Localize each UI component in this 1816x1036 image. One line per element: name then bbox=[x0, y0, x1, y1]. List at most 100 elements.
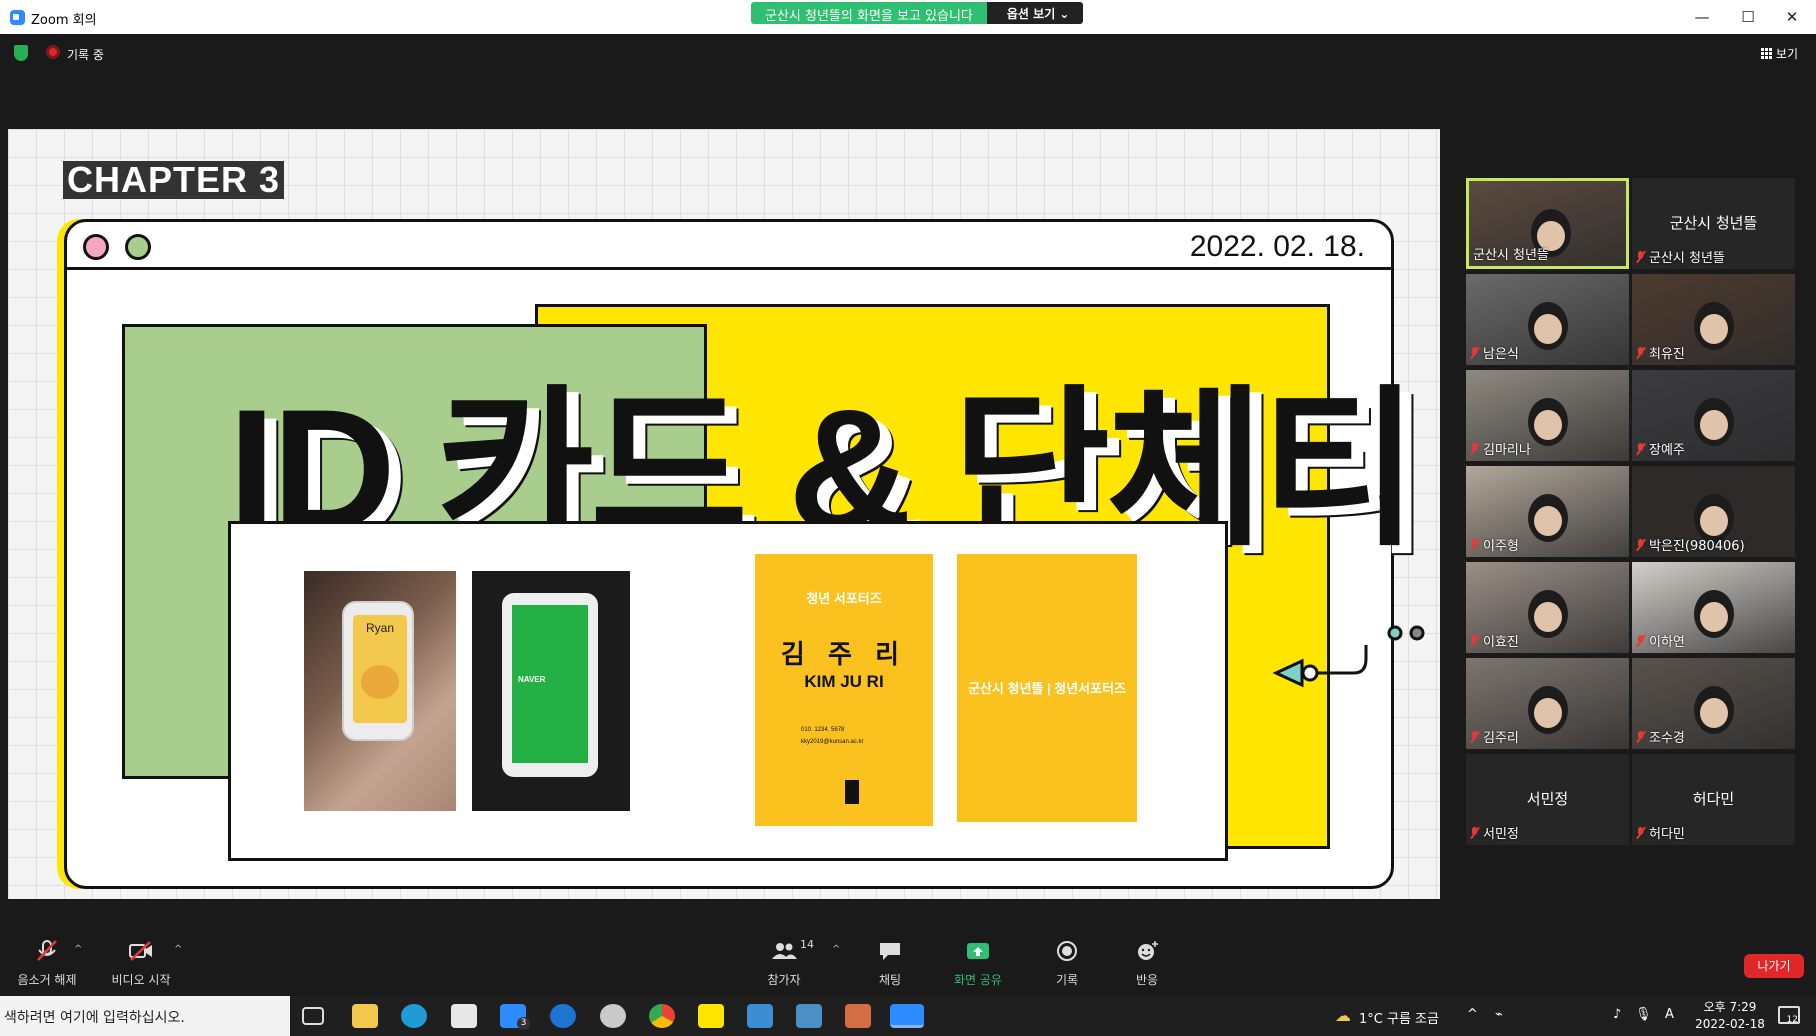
share-banner: 군산시 청년뜰의 화면을 보고 있습니다 옵션 보기 ⌄ bbox=[751, 2, 1084, 24]
store-icon[interactable] bbox=[451, 1004, 477, 1028]
participant-tile[interactable]: 김마리나 bbox=[1466, 370, 1629, 461]
namecard-name-kr: 김 주 리 bbox=[780, 639, 908, 669]
kakaotalk-icon[interactable] bbox=[698, 1004, 724, 1028]
paint-icon[interactable] bbox=[600, 1004, 626, 1028]
share-screen-icon bbox=[967, 943, 989, 959]
mic-off-icon bbox=[1470, 731, 1479, 743]
view-button[interactable]: 보기 bbox=[1760, 45, 1798, 62]
unmute-button[interactable]: 음소거 해제 bbox=[14, 940, 80, 988]
microphone-icon[interactable]: 🎙 bbox=[1635, 1007, 1652, 1022]
ime-indicator[interactable]: A bbox=[1665, 1007, 1674, 1022]
participant-name-label: 조수경 bbox=[1649, 731, 1685, 746]
participant-tile[interactable]: 남은식 bbox=[1466, 274, 1629, 365]
mic-off-icon bbox=[1470, 635, 1479, 647]
tray-expand-icon[interactable]: ^ bbox=[1467, 1007, 1478, 1022]
windows-taskbar: 색하려면 여기에 입력하십시오. 3 ☁ 1°C 구름 조금 ^ ⌁ ♪ 🎙 A… bbox=[0, 996, 1816, 1036]
participant-tile[interactable]: 박은진(980406) bbox=[1632, 466, 1795, 557]
participants-options-caret[interactable]: ^ bbox=[832, 944, 840, 955]
participant-tile[interactable]: 최유진 bbox=[1632, 274, 1795, 365]
participant-name-label: 군산시 청년뜰 bbox=[1649, 251, 1725, 266]
mic-off-icon bbox=[1470, 539, 1479, 551]
participant-name: 최유진 bbox=[1636, 343, 1685, 362]
participant-face bbox=[1700, 602, 1728, 632]
mic-off-icon bbox=[1636, 827, 1645, 839]
start-video-label: 비디오 시작 bbox=[111, 973, 171, 987]
participant-name-label: 남은식 bbox=[1483, 347, 1519, 362]
mic-off-icon bbox=[1470, 827, 1479, 839]
chat-label: 채팅 bbox=[878, 973, 902, 987]
participant-tile[interactable]: 서민정 서민정 bbox=[1466, 754, 1629, 845]
participant-face bbox=[1534, 602, 1562, 632]
mic-off-icon bbox=[1636, 347, 1645, 359]
unmute-label: 음소거 해제 bbox=[17, 973, 77, 987]
participant-face bbox=[1534, 314, 1562, 344]
file-explorer-icon[interactable] bbox=[352, 1004, 378, 1028]
mic-off-icon bbox=[1470, 443, 1479, 455]
audio-options-caret[interactable]: ^ bbox=[74, 944, 82, 955]
shared-screen: CHAPTER 3 2022. 02. 18. ID 카드 & 단체티 Ryan… bbox=[8, 129, 1440, 899]
reactions-icon bbox=[1138, 941, 1158, 960]
chat-button[interactable]: 채팅 bbox=[870, 940, 910, 988]
notification-center-icon[interactable]: 12 bbox=[1778, 1006, 1800, 1025]
participant-tile[interactable]: 이하연 bbox=[1632, 562, 1795, 653]
participant-name: 조수경 bbox=[1636, 727, 1685, 746]
participant-center-name: 서민정 bbox=[1526, 790, 1569, 808]
video-options-caret[interactable]: ^ bbox=[174, 944, 182, 955]
share-screen-button[interactable]: 화면 공유 bbox=[950, 940, 1006, 988]
namecard-front: 청년 서포터즈 김 주 리 KIM JU RI 010. 1234. 5678 … bbox=[755, 554, 933, 826]
participant-face bbox=[1534, 698, 1562, 728]
taskbar-clock[interactable]: 오후 7:29 2022-02-18 bbox=[1690, 999, 1770, 1033]
reactions-button[interactable]: 반응 bbox=[1132, 940, 1162, 988]
photos-icon[interactable] bbox=[796, 1004, 822, 1028]
task-view-icon[interactable] bbox=[302, 1007, 324, 1025]
chat-icon bbox=[880, 943, 900, 960]
edge-icon[interactable] bbox=[401, 1004, 427, 1028]
participant-tile[interactable]: 군산시 청년뜰 bbox=[1466, 178, 1629, 269]
maximize-button[interactable]: ☐ bbox=[1726, 5, 1770, 29]
view-options-button[interactable]: 옵션 보기 ⌄ bbox=[986, 2, 1084, 24]
shield-icon[interactable] bbox=[14, 45, 28, 61]
participant-name: 서민정 bbox=[1470, 823, 1519, 842]
participant-tile[interactable]: 김주리 bbox=[1466, 658, 1629, 749]
green-dot bbox=[125, 234, 151, 260]
participant-tile[interactable]: 이주형 bbox=[1466, 466, 1629, 557]
participant-name: 김주리 bbox=[1470, 727, 1519, 746]
participant-tile[interactable]: 장예주 bbox=[1632, 370, 1795, 461]
weather-label[interactable]: 1°C 구름 조금 bbox=[1359, 1008, 1439, 1027]
minimize-button[interactable]: — bbox=[1680, 5, 1724, 29]
recording-icon bbox=[46, 45, 60, 59]
participant-name-label: 이효진 bbox=[1483, 635, 1519, 650]
namecard-logo-icon bbox=[845, 780, 859, 804]
zoom-taskbar-icon[interactable] bbox=[890, 1004, 924, 1028]
chrome-icon[interactable] bbox=[649, 1004, 675, 1028]
taskbar-search-input[interactable]: 색하려면 여기에 입력하십시오. bbox=[0, 996, 290, 1036]
participant-name-label: 이하연 bbox=[1649, 635, 1685, 650]
zoom-app-icon bbox=[10, 10, 25, 25]
internet-explorer-icon[interactable] bbox=[550, 1004, 576, 1028]
hancom-icon[interactable] bbox=[747, 1004, 773, 1028]
notification-count: 12 bbox=[1786, 1015, 1798, 1025]
participant-name-label: 이주형 bbox=[1483, 539, 1519, 554]
participant-name: 군산시 청년뜰 bbox=[1636, 247, 1725, 266]
participant-tile[interactable]: 조수경 bbox=[1632, 658, 1795, 749]
video-off-icon bbox=[129, 941, 152, 961]
leave-button[interactable]: 나가기 bbox=[1744, 954, 1804, 978]
slide-chapter: CHAPTER 3 bbox=[63, 161, 285, 199]
start-video-button[interactable]: 비디오 시작 bbox=[108, 940, 174, 988]
mic-off-icon bbox=[1636, 539, 1645, 551]
photo-ryan-label: Ryan bbox=[365, 621, 394, 635]
network-icon[interactable]: ⌁ bbox=[1495, 1007, 1503, 1022]
volume-icon[interactable]: ♪ bbox=[1613, 1007, 1621, 1022]
participant-tile[interactable]: 허다민 허다민 bbox=[1632, 754, 1795, 845]
record-button[interactable]: 기록 bbox=[1052, 940, 1082, 988]
participant-tile[interactable]: 이효진 bbox=[1466, 562, 1629, 653]
arrow-decoration bbox=[1272, 625, 1425, 688]
close-button[interactable]: ✕ bbox=[1770, 5, 1814, 29]
image-editor-icon[interactable] bbox=[845, 1004, 871, 1028]
photo-naver-label: NAVER bbox=[518, 675, 546, 684]
participant-tile[interactable]: 군산시 청년뜰 군산시 청년뜰 bbox=[1632, 178, 1795, 269]
namecard-email: kky2019@kunsan.ac.kr bbox=[801, 739, 864, 745]
mic-muted-icon bbox=[37, 940, 57, 961]
participant-name-label: 군산시 청년뜰 bbox=[1473, 248, 1549, 263]
participant-name: 장예주 bbox=[1636, 439, 1685, 458]
